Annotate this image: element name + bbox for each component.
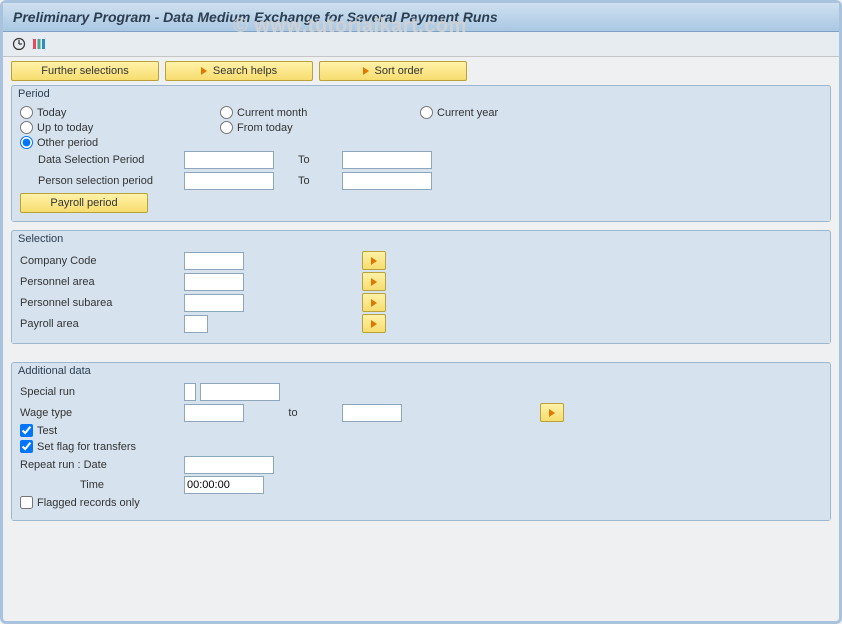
special-run-input-1[interactable] [184,383,196,401]
company-code-multi-button[interactable] [362,251,386,270]
set-flag-checkbox[interactable] [20,440,33,453]
group-legend: Additional data [12,363,830,379]
arrow-right-icon [371,257,377,265]
arrow-right-icon [371,278,377,286]
arrow-right-icon [201,67,207,75]
company-code-input[interactable] [184,252,244,270]
special-run-label: Special run [20,386,180,398]
arrow-right-icon [549,409,555,417]
radio-label: Today [37,107,66,119]
radio-other-period[interactable]: Other period [20,136,160,149]
radio-label: Up to today [37,122,93,134]
variant-icon[interactable] [31,36,47,52]
wage-type-from-input[interactable] [184,404,244,422]
radio-today[interactable]: Today [20,106,160,119]
payroll-area-label: Payroll area [20,318,180,330]
person-selection-from-input[interactable] [184,172,274,190]
additional-data-group: Additional data Special run Wage type to [11,362,831,521]
arrow-right-icon [371,299,377,307]
search-helps-button[interactable]: Search helps [165,61,313,81]
wage-type-multi-button[interactable] [540,403,564,422]
person-selection-to-input[interactable] [342,172,432,190]
content-area: Further selections Search helps Sort ord… [3,57,839,537]
arrow-right-icon [371,320,377,328]
personnel-subarea-multi-button[interactable] [362,293,386,312]
radio-from-today-input[interactable] [220,121,233,134]
test-checkbox[interactable] [20,424,33,437]
repeat-run-label: Repeat run : Date [20,459,180,471]
to-label: To [278,175,338,187]
to-label: To [278,154,338,166]
period-group: Period Today Current month Current year [11,85,831,222]
personnel-area-label: Personnel area [20,276,180,288]
app-window: Preliminary Program - Data Medium Exchan… [0,0,842,624]
repeat-run-date-input[interactable] [184,456,274,474]
wage-type-to-input[interactable] [342,404,402,422]
radio-current-year-input[interactable] [420,106,433,119]
company-code-label: Company Code [20,255,180,267]
radio-other-period-input[interactable] [20,136,33,149]
flagged-only-checkbox[interactable] [20,496,33,509]
personnel-area-multi-button[interactable] [362,272,386,291]
radio-up-to-today[interactable]: Up to today [20,121,160,134]
radio-label: Current month [237,107,307,119]
system-toolbar [3,32,839,57]
to-label: to [248,407,338,419]
group-legend: Period [12,86,830,102]
wage-type-label: Wage type [20,407,180,419]
selection-group: Selection Company Code Personnel area Pe… [11,230,831,344]
radio-current-month-input[interactable] [220,106,233,119]
special-run-input-2[interactable] [200,383,280,401]
data-selection-from-input[interactable] [184,151,274,169]
further-selections-button[interactable]: Further selections [11,61,159,81]
group-legend: Selection [12,231,830,247]
button-label: Further selections [41,65,128,77]
radio-current-month[interactable]: Current month [220,106,360,119]
personnel-subarea-input[interactable] [184,294,244,312]
time-input[interactable] [184,476,264,494]
time-label: Time [20,479,180,491]
test-label: Test [37,425,57,437]
person-selection-period-label: Person selection period [20,175,180,187]
radio-label: Current year [437,107,498,119]
radio-up-to-today-input[interactable] [20,121,33,134]
arrow-right-icon [363,67,369,75]
payroll-area-multi-button[interactable] [362,314,386,333]
data-selection-to-input[interactable] [342,151,432,169]
button-label: Sort order [375,65,424,77]
radio-current-year[interactable]: Current year [420,106,560,119]
radio-today-input[interactable] [20,106,33,119]
page-title: Preliminary Program - Data Medium Exchan… [13,9,829,25]
radio-label: From today [237,122,293,134]
button-label: Payroll period [50,197,117,209]
payroll-area-input[interactable] [184,315,208,333]
execute-icon[interactable] [11,36,27,52]
payroll-period-button[interactable]: Payroll period [20,193,148,213]
data-selection-period-label: Data Selection Period [20,154,180,166]
radio-label: Other period [37,137,98,149]
selection-button-row: Further selections Search helps Sort ord… [11,61,831,81]
personnel-subarea-label: Personnel subarea [20,297,180,309]
set-flag-label: Set flag for transfers [37,441,136,453]
sort-order-button[interactable]: Sort order [319,61,467,81]
radio-from-today[interactable]: From today [220,121,360,134]
title-bar: Preliminary Program - Data Medium Exchan… [3,3,839,32]
button-label: Search helps [213,65,277,77]
personnel-area-input[interactable] [184,273,244,291]
flagged-only-label: Flagged records only [37,497,140,509]
